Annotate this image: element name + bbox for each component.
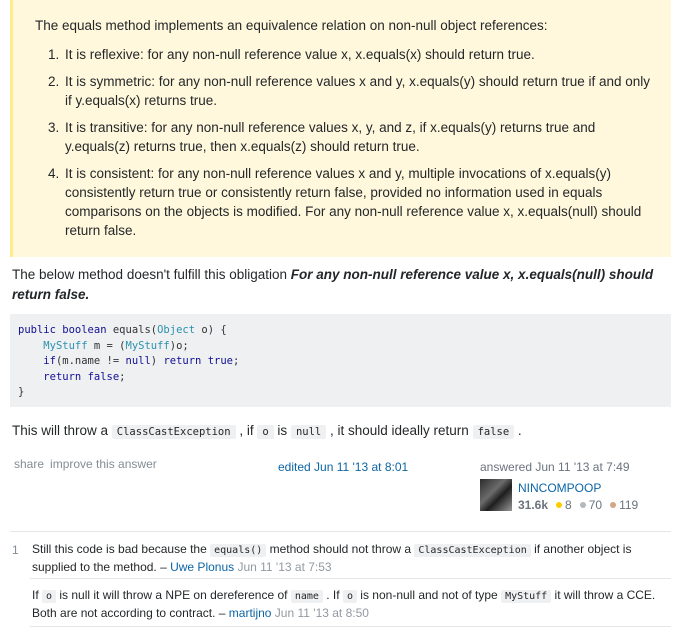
comment-date-link[interactable]: Jun 11 '13 at 8:50 [271, 606, 369, 620]
edited-timestamp-link[interactable]: edited Jun 11 '13 at 8:01 [278, 460, 408, 474]
code-token: return [43, 370, 82, 383]
contract-item-transitive: It is transitive: for any non-null refer… [63, 118, 651, 156]
inline-code: ClassCastException [414, 544, 531, 557]
code-token: (m.name != [55, 355, 126, 367]
code-token: ) [150, 355, 164, 367]
inline-code: equals() [210, 544, 267, 557]
text-run: This will throw a [12, 423, 112, 438]
code-token: } [18, 386, 25, 398]
code-token: o) { [195, 324, 227, 336]
post-menu: share improve this answer [14, 457, 163, 471]
answer-paragraph: The below method doesn't fulfill this ob… [12, 265, 662, 305]
inline-code: MyStuff [501, 590, 552, 603]
code-token: equals( [106, 324, 158, 336]
inline-code: o [257, 425, 274, 439]
equals-contract-quote: The equals method implements an equivale… [10, 0, 671, 257]
code-token: Object [157, 324, 196, 336]
comment-divider [30, 626, 671, 627]
text-run: If [32, 588, 43, 602]
text-run: , it should ideally return [326, 423, 473, 438]
contract-item-symmetric: It is symmetric: for any non-null refere… [63, 72, 651, 110]
code-token: m = ( [87, 339, 126, 352]
code-token: if [43, 355, 56, 367]
comment-divider [30, 578, 671, 579]
answer-paragraph-text: The below method doesn't fulfill this ob… [12, 267, 291, 282]
answered-timestamp: answered Jun 11 '13 at 7:49 [480, 460, 630, 474]
comment-user-link[interactable]: martijno [229, 606, 272, 620]
gold-badge-icon [556, 502, 563, 509]
text-run: Still this code is bad because the [32, 542, 211, 556]
code-token: ; [233, 355, 240, 367]
silver-badge-count: 70 [588, 498, 603, 512]
comment: If o is null it will throw a NPE on dere… [32, 587, 664, 622]
reputation-score: 31.6k [518, 498, 549, 512]
code-token: null [125, 355, 151, 367]
text-run: . [514, 423, 522, 438]
text-run: . If [322, 588, 343, 602]
code-token: MyStuff [43, 339, 88, 352]
inline-code: ClassCastException [111, 425, 236, 439]
comment-user-link[interactable]: Uwe Plonus [170, 560, 234, 574]
inline-code: o [342, 590, 357, 603]
text-run: is non-null and not of type [356, 588, 502, 602]
comments-divider [10, 531, 671, 532]
inline-code: name [290, 590, 323, 603]
inline-code: o [42, 590, 57, 603]
user-reputation: 31.6k 8 70 119 [518, 498, 638, 512]
code-token: public [18, 324, 56, 336]
code-token: MyStuff [125, 339, 170, 352]
share-link[interactable]: share [14, 457, 44, 471]
text-run: is null it will throw a NPE on dereferen… [56, 588, 291, 602]
gold-badge-count: 8 [565, 498, 572, 512]
inline-code: false [472, 425, 515, 439]
comment-score: 1 [12, 543, 19, 557]
text-run: is [273, 423, 291, 438]
code-token: return [163, 355, 202, 367]
contract-item-consistent: It is consistent: for any non-null refer… [63, 164, 651, 240]
code-token: )o; [169, 339, 189, 352]
bronze-badge-icon [610, 502, 617, 509]
user-name-link[interactable]: NINCOMPOOP [518, 481, 601, 495]
inline-code: null [290, 425, 327, 439]
improve-answer-link[interactable]: improve this answer [50, 457, 157, 471]
avatar[interactable] [480, 479, 512, 511]
code-block: public boolean equals(Object o) { MyStuf… [10, 314, 671, 407]
bronze-badge-count: 119 [619, 498, 639, 512]
contract-item-reflexive: It is reflexive: for any non-null refere… [63, 45, 651, 64]
code-token: boolean [62, 324, 107, 336]
exception-paragraph: This will throw a ClassCastException , i… [12, 421, 522, 442]
quote-intro: The equals method implements an equivale… [35, 18, 548, 33]
contract-list: It is reflexive: for any non-null refere… [25, 45, 651, 240]
code-token: true [207, 355, 234, 367]
code-token: false [87, 370, 120, 383]
text-run: , if [235, 423, 258, 438]
silver-badge-icon [579, 502, 586, 509]
code-token: ; [119, 370, 126, 383]
comment-date-link[interactable]: Jun 11 '13 at 7:53 [234, 560, 331, 574]
comment: Still this code is bad because the equal… [32, 541, 664, 576]
text-run: method should not throw a [266, 542, 415, 556]
